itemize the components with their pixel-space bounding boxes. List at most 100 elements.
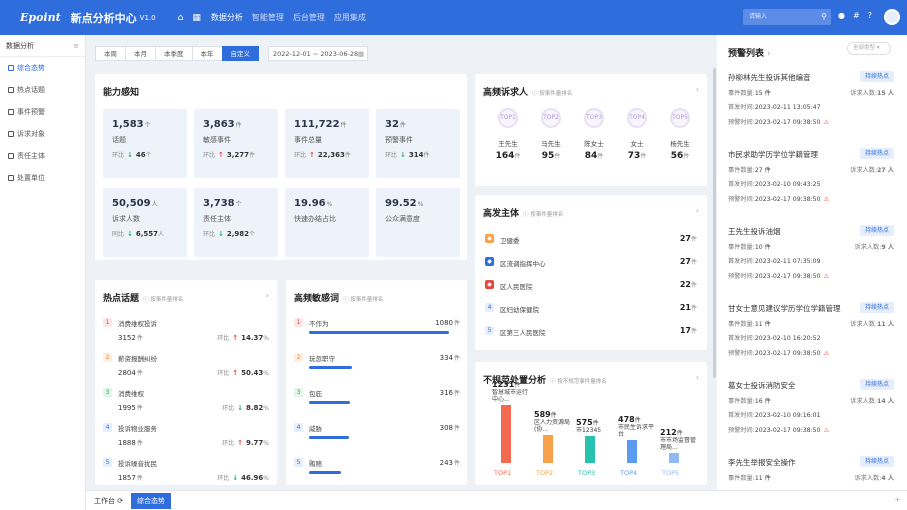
sensitive-words-title: 高频敏感词 — [294, 294, 340, 304]
tab-overview[interactable]: 综合态势 — [131, 493, 171, 509]
nav-app-integration[interactable]: 应用集成 — [334, 12, 366, 23]
alert-item[interactable]: 葛女士投诉消防安全 持续热点 事件数量:16 件诉求人数:14 人首发时间:2023… — [728, 379, 894, 456]
nav-backend-management[interactable]: 后台管理 — [293, 12, 325, 23]
irregular-column[interactable]: 1231件 智慧城市运行中心... TOP1 — [492, 362, 532, 485]
count-value: 164 — [495, 151, 515, 161]
irregular-value: 478件 — [618, 416, 658, 425]
menu-collapse-icon[interactable]: ≡ — [73, 35, 79, 57]
grid-icon[interactable]: ▦ — [192, 13, 201, 23]
bell-icon[interactable]: ● — [838, 11, 845, 20]
hot-topic-row[interactable]: 5 投诉噪音扰民 1857件 环比 ↓ 46.96% — [103, 456, 269, 492]
field-value: 2023-02-10 16:20:52 — [754, 335, 821, 342]
field-value: 2023-02-10 09:16:01 — [754, 412, 821, 419]
alert-item[interactable]: 王先生投诉油烟 持续热点 事件数量:10 件诉求人数:9 人首发时间:2023-02… — [728, 225, 894, 302]
sidebar-item-petition-objects[interactable]: 诉求对象 — [0, 123, 85, 145]
sensitive-word-row[interactable]: 4 威胁 308件 — [294, 421, 460, 459]
hot-topic-row[interactable]: 4 投诉物业服务 1888件 环比 ↑ 9.77% — [103, 421, 269, 457]
search-input[interactable]: 请输入 ⚲ — [743, 9, 831, 25]
tab-this-quarter[interactable]: 本季度 — [155, 46, 193, 61]
trend-label: 环比 — [222, 405, 235, 412]
alert-item[interactable]: 孙柳林先生投诉其他编音 持续热点 事件数量:15 件诉求人数:15 人首发时间:20… — [728, 71, 894, 148]
alert-count: 事件数量:15 件 — [728, 88, 771, 97]
sensitive-word-row[interactable]: 2 玩忽职守 334件 — [294, 351, 460, 389]
petitioner-item[interactable]: TOP4 女士 73件 — [618, 108, 656, 161]
scrollbar[interactable] — [713, 68, 716, 378]
topic-trend: 环比 ↑ 50.43% — [217, 368, 269, 377]
sensitive-word-row[interactable]: 1 不作为 1080件 — [294, 316, 460, 354]
sidebar-item-hot-topics[interactable]: 热点话题 — [0, 79, 85, 101]
trend-value: 6,557 — [135, 230, 159, 238]
help-icon[interactable]: ? — [868, 11, 872, 20]
word-bar — [309, 401, 350, 404]
sensitive-word-row[interactable]: 5 贿赂 243件 — [294, 456, 460, 494]
tab-this-month[interactable]: 本月 — [125, 46, 156, 61]
subject-row[interactable]: ◆ 区流调指挥中心 27件 — [485, 256, 697, 270]
word-count: 308件 — [440, 423, 460, 432]
alert-first-time: 首发时间:2023-02-10 16:20:52 — [728, 333, 821, 342]
doc-icon — [8, 175, 14, 181]
alert-item[interactable]: 甘女士意见建议学历学位学籍管理 持续热点 事件数量:11 件 诉求人数:11 人首发时… — [728, 302, 894, 379]
trend-label: 环比 — [217, 335, 230, 342]
chevron-right-icon[interactable]: › — [767, 49, 771, 59]
sidebar: 数据分析 ≡ 综合态势 热点话题 事件预警 诉求对象 责任主体 处置单位 — [0, 35, 86, 510]
metric-number: 99.52 — [385, 198, 417, 209]
field-label: 事件数量: — [728, 475, 755, 482]
word-bar — [309, 436, 349, 439]
petitioner-item[interactable]: TOP2 马先生 95件 — [532, 108, 570, 161]
sidebar-item-responsible-subjects[interactable]: 责任主体 — [0, 145, 85, 167]
hot-topic-row[interactable]: 1 消费维权投诉 3152件 环比 ↑ 14.37% — [103, 316, 269, 352]
trend-label: 环比 — [217, 475, 230, 482]
nav-data-analysis[interactable]: 数据分析 — [211, 12, 243, 23]
irregular-column[interactable]: 212件 市市场监督管理局... TOP5 — [660, 362, 700, 485]
chevron-right-icon[interactable]: › — [266, 291, 269, 300]
subject-row[interactable]: ◆ 卫健委 27件 — [485, 233, 697, 247]
chevron-right-icon[interactable]: › — [696, 206, 699, 215]
count-unit: 件 — [690, 305, 697, 312]
search-icon[interactable]: ⚲ — [821, 9, 827, 25]
irregular-rank: TOP2 — [536, 469, 554, 477]
word-count: 334件 — [440, 353, 460, 362]
tab-this-week[interactable]: 本周 — [95, 46, 126, 61]
tab-custom[interactable]: 自定义 — [221, 46, 259, 61]
doc-icon — [8, 153, 14, 159]
petitioner-item[interactable]: TOP1 王先生 164件 — [489, 108, 527, 161]
trend-label: 环比 — [112, 152, 125, 159]
subject-row[interactable]: ◆ 区人民医院 22件 — [485, 279, 697, 293]
count-value: 22 — [679, 280, 691, 289]
alert-item[interactable]: 市民求助学历学位学籍管理 持续热点 事件数量:27 件诉求人数:27 人首发时间:2… — [728, 148, 894, 225]
subjects-card: 高发主体 ⓘ 按事件量排名 › ◆ 卫健委 27件 ◆ 区流调指挥中心 27件 ◆ 区人民医院 2… — [475, 195, 707, 350]
count-value: 575 — [576, 417, 593, 427]
irregular-column[interactable]: 589件 区人力资源局(协... TOP2 — [534, 362, 574, 485]
subject-row[interactable]: 5 区第三人民医院 17件 — [485, 325, 697, 339]
add-icon[interactable]: + — [894, 495, 901, 504]
metric-unit: 件 — [399, 122, 406, 129]
rank-badge: 3 — [294, 388, 303, 397]
petitioner-item[interactable]: TOP5 杨先生 56件 — [661, 108, 699, 161]
petitioner-item[interactable]: TOP3 陈女士 84件 — [575, 108, 613, 161]
app-title: 新点分析中心 — [70, 11, 137, 25]
avatar[interactable] — [884, 9, 900, 25]
sidebar-item-event-alerts[interactable]: 事件预警 — [0, 101, 85, 123]
irregular-column[interactable]: 575件 市12345 TOP3 — [576, 362, 616, 485]
home-icon[interactable]: ⌂ — [178, 13, 184, 23]
arrow-up-icon: ↑ — [218, 151, 224, 159]
alert-type-select[interactable]: 全部类型 ▾ — [847, 42, 891, 55]
irregular-column[interactable]: 478件 市民生诉求平台 TOP4 — [618, 362, 658, 485]
hot-topic-row[interactable]: 3 消费维权 1995件 环比 ↓ 8.82% — [103, 386, 269, 422]
sidebar-item-overview[interactable]: 综合态势 — [0, 57, 85, 79]
field-label: 预警时间: — [728, 119, 755, 126]
hash-icon[interactable]: # — [853, 11, 860, 20]
tab-workbench[interactable]: 工作台 ⟳ — [88, 493, 129, 509]
arrow-down-icon: ↓ — [400, 151, 406, 159]
topic-count: 2804件 — [118, 368, 143, 377]
date-range-picker[interactable]: 2022-12-01 ~ 2023-06-28 ▦ — [268, 46, 368, 61]
alert-title: 孙柳林先生投诉其他编音 — [728, 73, 811, 82]
sensitive-word-row[interactable]: 3 包庇 316件 — [294, 386, 460, 424]
subject-row[interactable]: 4 区妇幼保健院 21件 — [485, 302, 697, 316]
nav-smart-management[interactable]: 智能管理 — [252, 12, 284, 23]
sidebar-item-handling-units[interactable]: 处置单位 — [0, 167, 85, 189]
hot-topic-row[interactable]: 2 薪资报酬纠纷 2804件 环比 ↑ 50.43% — [103, 351, 269, 387]
word-name: 玩忽职守 — [309, 355, 335, 363]
chevron-right-icon[interactable]: › — [696, 85, 699, 94]
tab-this-year[interactable]: 本年 — [191, 46, 223, 61]
